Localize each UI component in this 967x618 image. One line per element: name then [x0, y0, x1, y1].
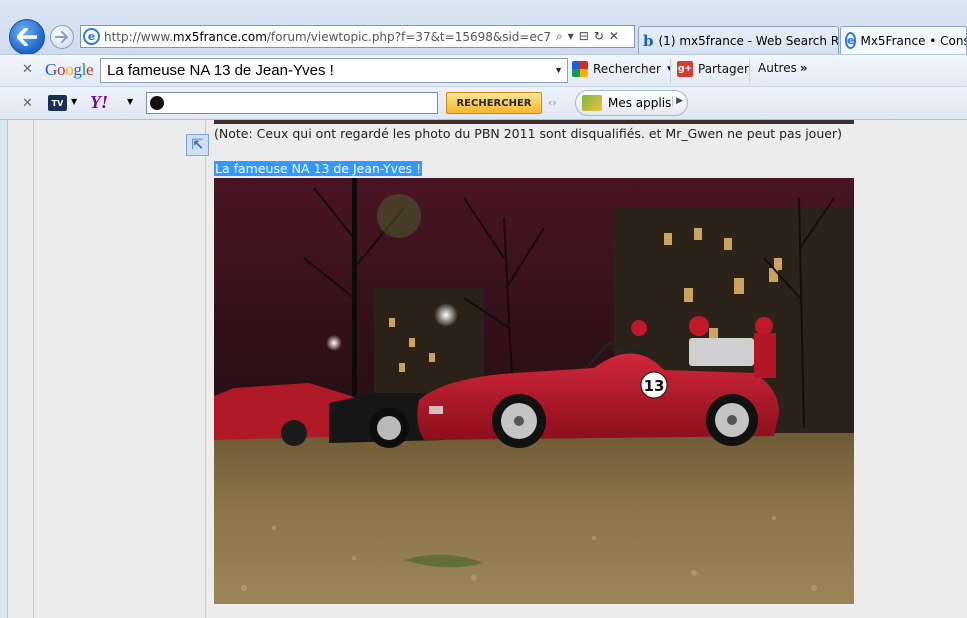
race-number: 13 — [644, 377, 665, 395]
tab-label: Mx5France • Consu — [860, 33, 967, 48]
yahoo-search-button[interactable]: RECHERCHER — [446, 92, 542, 114]
browser-title-bar: e http://www.mx5france.com/forum/viewtop… — [0, 0, 967, 55]
resize-handle-icon[interactable]: ‹› — [548, 96, 557, 109]
share-button[interactable]: g+ Partager — [677, 61, 749, 77]
tab-web-search[interactable]: b (1) mx5france - Web Search Re... — [638, 26, 839, 54]
search-icon — [150, 96, 164, 110]
car-photo[interactable]: 13 — [214, 178, 854, 604]
page-left-edge — [0, 120, 8, 618]
tv-icon[interactable]: TV — [48, 95, 67, 111]
back-button[interactable] — [9, 19, 45, 55]
google-logo: Google — [45, 60, 94, 79]
google-search-icon — [572, 61, 588, 77]
highlighted-title[interactable]: La fameuse NA 13 de Jean-Yves ! — [214, 161, 423, 176]
forward-arrow-icon — [55, 31, 69, 43]
more-button[interactable]: Autres » — [758, 61, 808, 75]
page-content: ⇱ (Note: Ceux qui ont regardé les photo … — [0, 120, 967, 618]
url-text[interactable]: http://www.mx5france.com/forum/viewtopic… — [104, 30, 552, 44]
tab-mx5france[interactable]: e Mx5France • Consu — [840, 26, 967, 54]
link-arrow-icon[interactable]: ⇱ — [186, 134, 209, 156]
chevron-right-icon: » — [799, 61, 808, 75]
red-mx5-night-photo: 13 — [214, 178, 854, 604]
google-toolbar: ✕ Google La fameuse NA 13 de Jean-Yves !… — [0, 54, 967, 86]
compatibility-view-icon[interactable]: ⊟ — [579, 29, 589, 44]
dropdown-arrow-icon[interactable]: ▾ — [568, 29, 574, 44]
yahoo-toolbar: ✕ TV ▼ Y! ▼ RECHERCHER ‹› Mes applis ▶ — [0, 86, 967, 120]
dropdown-arrow-icon[interactable]: ▼ — [71, 97, 77, 106]
search-icon[interactable]: ⌕ — [556, 29, 563, 44]
ie-page-icon: e — [83, 28, 100, 45]
yahoo-logo[interactable]: Y! — [90, 92, 108, 113]
post-note: (Note: Ceux qui ont regardé les photo du… — [214, 126, 842, 141]
dropdown-arrow-icon[interactable]: ▼ — [127, 97, 133, 106]
stop-icon[interactable]: ✕ — [609, 29, 619, 44]
back-arrow-icon — [17, 28, 37, 46]
dropdown-arrow-icon[interactable]: ▼ — [554, 65, 563, 75]
address-bar[interactable]: e http://www.mx5france.com/forum/viewtop… — [80, 25, 635, 48]
yahoo-search-input[interactable] — [146, 92, 438, 114]
close-toolbar-icon[interactable]: ✕ — [22, 62, 33, 77]
bing-icon: b — [643, 31, 654, 50]
tab-label: (1) mx5france - Web Search Re... — [658, 33, 839, 48]
previous-image-bottom — [214, 120, 854, 124]
google-search-input[interactable]: La fameuse NA 13 de Jean-Yves ! ▼ — [100, 58, 568, 83]
forward-button[interactable] — [50, 25, 74, 49]
refresh-icon[interactable]: ↻ — [594, 29, 604, 44]
google-search-button[interactable]: Rechercher ▾ — [572, 61, 672, 77]
my-apps-button[interactable]: Mes applis ▶ — [575, 90, 688, 116]
ie-page-icon: e — [845, 32, 857, 49]
chevron-right-icon[interactable]: ▶ — [672, 96, 683, 106]
close-toolbar-icon[interactable]: ✕ — [22, 96, 33, 111]
google-plus-icon: g+ — [677, 61, 693, 77]
apps-icon — [582, 95, 602, 111]
